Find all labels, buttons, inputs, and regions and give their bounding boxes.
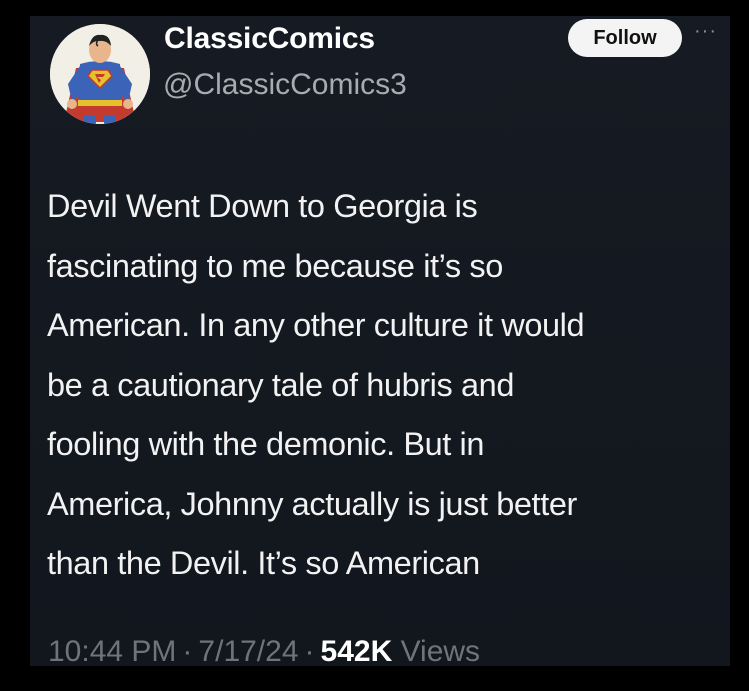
author-handle[interactable]: @ClassicComics3 [163,68,407,102]
follow-button[interactable]: Follow [568,19,682,57]
author-avatar[interactable] [50,24,150,124]
tweet-card: ClassicComics @ClassicComics3 Follow ···… [30,16,730,666]
tweet-text: Devil Went Down to Georgia is fascinatin… [47,188,585,581]
more-options-icon[interactable]: ··· [694,20,717,43]
superman-avatar-icon [50,24,150,124]
meta-separator: · [304,635,315,666]
tweet-time[interactable]: 10:44 PM [48,635,176,666]
tweet-meta: 10:44 PM · 7/17/24 · 542K Views [48,635,480,666]
tweet-date[interactable]: 7/17/24 [198,635,298,666]
views-label: Views [400,635,481,666]
meta-separator: · [182,635,193,666]
views-count: 542K [320,635,393,666]
author-display-name[interactable]: ClassicComics [164,22,375,56]
